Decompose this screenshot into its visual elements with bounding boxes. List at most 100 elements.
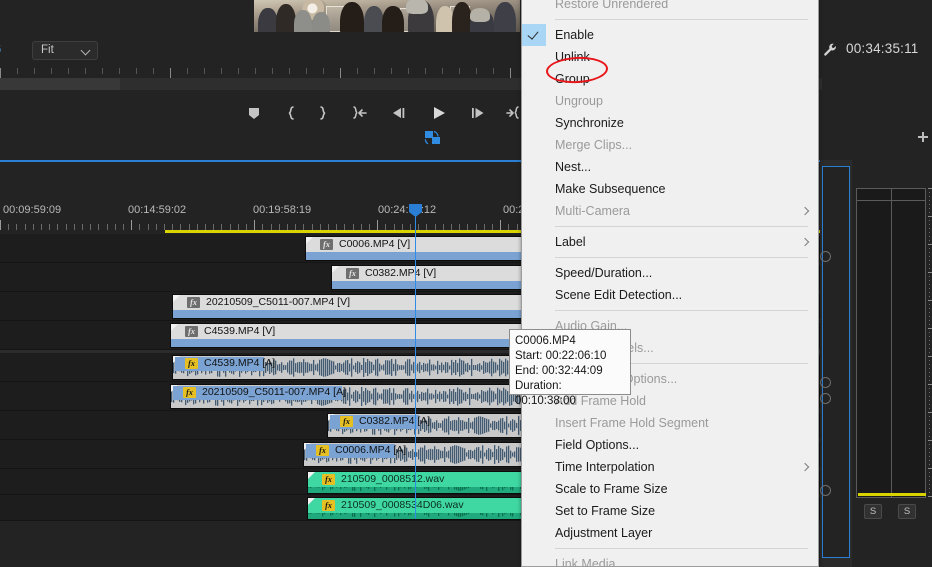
menu-separator: [555, 226, 808, 227]
fx-badge[interactable]: fx: [185, 358, 198, 369]
menu-item-label: Multi-Camera: [555, 204, 631, 218]
menu-item-scale-to-frame-size[interactable]: Scale to Frame Size: [522, 478, 818, 500]
guest: [364, 6, 384, 32]
guest: [276, 4, 296, 32]
clip-label: C0382.MP4 [V]: [365, 267, 437, 279]
ruler-label: 00:14:59:02: [128, 204, 187, 216]
clip-corner-marker: [306, 237, 313, 244]
track-control-knob[interactable]: [820, 251, 831, 262]
track-control-knob[interactable]: [820, 393, 831, 404]
solo-button-right[interactable]: S: [898, 504, 916, 519]
menu-item-multi-camera[interactable]: Multi-Camera: [522, 200, 818, 222]
playhead-line: [415, 204, 416, 519]
play-stop-button[interactable]: [427, 103, 449, 123]
fx-badge[interactable]: fx: [185, 326, 198, 337]
menu-item-restore-unrendered[interactable]: Restore Unrendered: [522, 0, 818, 15]
menu-item-label: Enable: [555, 28, 594, 42]
audio-meter-zero-line: [858, 493, 926, 496]
menu-item-speed-duration[interactable]: Speed/Duration...: [522, 262, 818, 284]
step-forward-button[interactable]: [467, 103, 489, 123]
menu-separator: [555, 310, 808, 311]
menu-item-make-subsequence[interactable]: Make Subsequence: [522, 178, 818, 200]
monitor-scrollbar-thumb[interactable]: [0, 78, 120, 90]
menu-item-nest[interactable]: Nest...: [522, 156, 818, 178]
clip-label: C0006.MP4 [V]: [339, 238, 411, 250]
menu-item-label: Label: [555, 235, 586, 249]
clip-label: C4539.MP4 [V]: [204, 325, 276, 337]
wrench-icon[interactable]: [822, 42, 838, 58]
clip-corner-marker: [308, 498, 315, 505]
check-icon: [522, 24, 546, 46]
menu-item-merge-clips[interactable]: Merge Clips...: [522, 134, 818, 156]
menu-item-field-options[interactable]: Field Options...: [522, 434, 818, 456]
clip-context-menu[interactable]: Restore Unrendered Enable Unlink Group Ungro…: [521, 0, 819, 567]
guest: [258, 8, 278, 32]
transport-controls: [235, 103, 525, 129]
tooltip-duration: Duration: 00:10:38:00: [515, 380, 576, 407]
menu-item-label: Time Interpolation: [555, 460, 655, 474]
tooltip-start: Start: 00:22:06:10: [515, 350, 607, 362]
menu-item-scene-edit-detection[interactable]: Scene Edit Detection...: [522, 284, 818, 306]
fx-badge[interactable]: fx: [322, 474, 335, 485]
track-control-knob[interactable]: [820, 377, 831, 388]
menu-item-set-to-frame-size[interactable]: Set to Frame Size: [522, 500, 818, 522]
clip-corner-marker: [173, 295, 180, 302]
menu-item-adjustment-layer[interactable]: Adjustment Layer: [522, 522, 818, 544]
fx-badge[interactable]: fx: [183, 387, 196, 398]
fx-badge[interactable]: fx: [322, 500, 335, 511]
fx-badge[interactable]: fx: [316, 445, 329, 456]
chevron-down-icon: [82, 46, 91, 55]
guest: [494, 2, 516, 32]
menu-item-synchronize[interactable]: Synchronize: [522, 112, 818, 134]
step-back-button[interactable]: [388, 103, 410, 123]
menu-item-label: Nest...: [555, 160, 592, 174]
plus-icon[interactable]: [916, 131, 930, 145]
guest: [340, 2, 364, 32]
zoom-level-select[interactable]: Fit: [32, 41, 98, 60]
menu-item-label: Scene Edit Detection...: [555, 288, 683, 302]
fx-badge[interactable]: fx: [346, 268, 359, 279]
audio-meter-bars: [856, 188, 926, 498]
add-marker-button[interactable]: [243, 103, 265, 123]
menu-item-label[interactable]: Label: [522, 231, 818, 253]
menu-item-enable[interactable]: Enable: [522, 24, 818, 46]
audio-meter-divider: [891, 189, 892, 497]
program-monitor-timecode[interactable]: 00:34:35:11: [846, 41, 919, 56]
menu-item-label: Adjustment Layer: [555, 526, 653, 540]
clip-corner-marker: [308, 472, 315, 479]
go-to-in-button[interactable]: [348, 103, 370, 123]
guest: [312, 12, 330, 32]
clip-label: 210509_0008534D06.wav: [341, 499, 464, 511]
program-monitor-video[interactable]: [254, 0, 520, 32]
menu-item-time-interpolation[interactable]: Time Interpolation: [522, 456, 818, 478]
menu-item-ungroup[interactable]: Ungroup: [522, 90, 818, 112]
clip-label: C4539.MP4 [A]: [204, 357, 276, 369]
guest: [406, 0, 428, 14]
menu-item-label: Insert Frame Hold Segment: [555, 416, 709, 430]
mark-in-button[interactable]: [280, 103, 302, 123]
menu-item-label: Merge Clips...: [555, 138, 633, 152]
fx-badge[interactable]: fx: [320, 239, 333, 250]
solo-button-left[interactable]: S: [864, 504, 882, 519]
loop-icon[interactable]: [424, 130, 442, 146]
monitor-left-timecode[interactable]: 6: [0, 41, 1, 56]
fx-badge[interactable]: fx: [340, 416, 353, 427]
menu-item-link-media[interactable]: Link Media: [522, 553, 818, 567]
premiere-window: 6 Fit 00:34:35:11: [0, 0, 932, 567]
fx-badge[interactable]: fx: [187, 297, 200, 308]
mark-out-button[interactable]: [312, 103, 334, 123]
guest: [382, 6, 404, 32]
clip-label: 20210509_C5011-007.MP4 [A]: [202, 386, 346, 398]
clip-corner-marker: [171, 324, 178, 331]
menu-item-insert-frame-hold-segment[interactable]: Insert Frame Hold Segment: [522, 412, 818, 434]
guest: [452, 2, 472, 32]
menu-item-label: Scale to Frame Size: [555, 482, 668, 496]
track-header-column[interactable]: [822, 166, 850, 558]
track-control-knob[interactable]: [820, 485, 831, 496]
chevron-right-icon: [802, 238, 807, 246]
menu-item-label: Field Options...: [555, 438, 640, 452]
audio-meters-panel[interactable]: S S: [852, 160, 932, 567]
tooltip-end: End: 00:32:44:09: [515, 365, 603, 377]
menu-item-label: Synchronize: [555, 116, 624, 130]
clip-tooltip: C0006.MP4 Start: 00:22:06:10 End: 00:32:…: [509, 329, 631, 407]
